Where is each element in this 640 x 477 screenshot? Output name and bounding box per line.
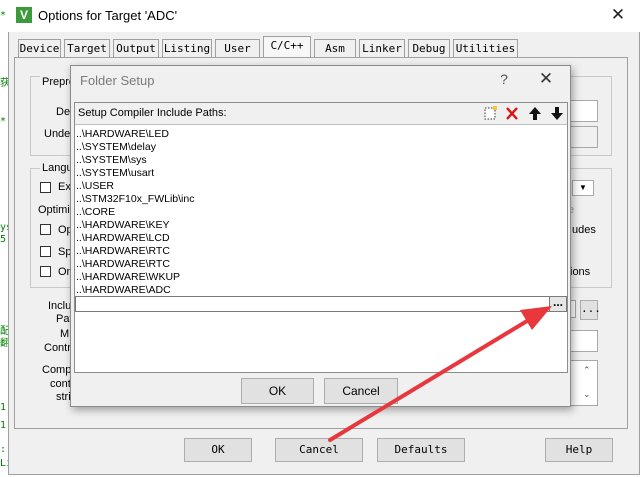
arrow-shaft: [328, 316, 534, 442]
arrow-head: [520, 306, 552, 330]
annotation-arrow: [328, 306, 552, 442]
